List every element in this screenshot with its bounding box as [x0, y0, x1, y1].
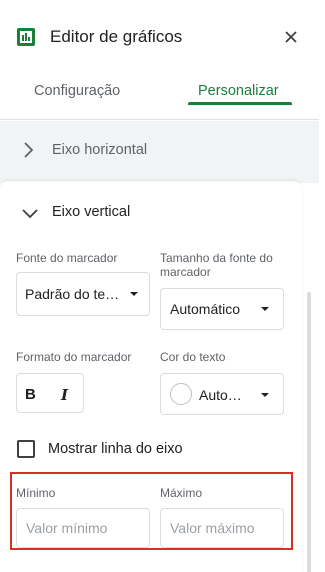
- show-axis-line-checkbox[interactable]: [17, 440, 35, 458]
- chevron-right-icon: [22, 141, 34, 159]
- dropdown-arrow-icon: [130, 292, 138, 296]
- tab-personalizar[interactable]: Personalizar: [198, 82, 279, 100]
- chevron-down-icon[interactable]: [21, 206, 39, 219]
- text-color-label: Cor do texto: [160, 350, 226, 364]
- min-value-input[interactable]: [16, 508, 150, 548]
- editor-tabs: Configuração Personalizar: [0, 66, 319, 120]
- dropdown-arrow-icon: [261, 307, 269, 311]
- editor-title: Editor de gráficos: [50, 27, 183, 46]
- max-label: Máximo: [160, 486, 203, 500]
- section-label-vertical[interactable]: Eixo vertical: [52, 204, 130, 220]
- format-label: Formato do marcador: [16, 350, 132, 364]
- chart-icon: [16, 27, 36, 47]
- active-tab-indicator: [188, 102, 292, 105]
- font-size-value: Automático: [170, 301, 241, 317]
- color-swatch: [170, 383, 192, 405]
- editor-header: Editor de gráficos: [0, 0, 319, 64]
- chart-editor-panel: Editor de gráficos Configuração Personal…: [0, 0, 319, 572]
- section-eixo-horizontal[interactable]: [0, 121, 302, 181]
- show-axis-line-label[interactable]: Mostrar linha do eixo: [48, 441, 183, 457]
- text-color-value: Auto…: [199, 387, 242, 403]
- scrollbar[interactable]: [307, 292, 311, 572]
- max-value-input[interactable]: [160, 508, 284, 548]
- min-label: Mínimo: [16, 486, 56, 500]
- font-select-value: Padrão do te…: [25, 286, 120, 302]
- italic-button[interactable]: I: [61, 386, 68, 404]
- tab-configuracao[interactable]: Configuração: [34, 82, 120, 100]
- font-label: Fonte do marcador: [16, 251, 118, 265]
- section-label-horizontal: Eixo horizontal: [52, 142, 148, 158]
- bold-button[interactable]: B: [25, 386, 36, 403]
- close-icon[interactable]: [281, 27, 301, 47]
- size-label: Tamanho da fonte do marcador: [160, 251, 273, 279]
- dropdown-arrow-icon: [261, 393, 269, 397]
